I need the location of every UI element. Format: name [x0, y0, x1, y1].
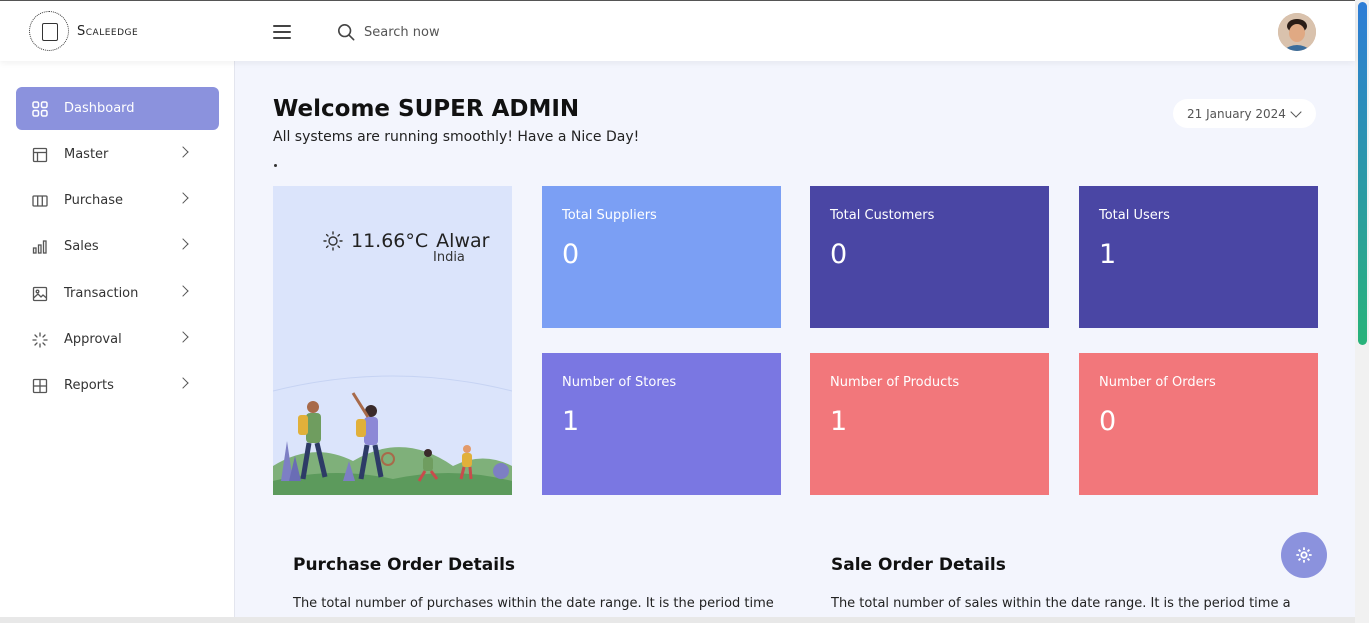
sidebar-item-label: Dashboard [64, 101, 135, 116]
columns-icon [32, 193, 48, 209]
stat-card-number-of-stores[interactable]: Number of Stores 1 [542, 353, 781, 495]
grid-icon [32, 100, 48, 117]
chevron-right-icon [177, 377, 189, 389]
logo-mark-icon [29, 11, 69, 51]
purchase-order-description: The total number of purchases within the… [293, 596, 774, 611]
layout-icon [32, 147, 48, 163]
page-title: Welcome SUPER ADMIN [273, 96, 580, 122]
sidebar-item-label: Approval [64, 332, 122, 347]
stat-card-number-of-products[interactable]: Number of Products 1 [810, 353, 1049, 495]
sidebar: Dashboard Master Purchase Sales Transact… [0, 61, 235, 623]
gear-icon [1296, 547, 1312, 563]
sidebar-item-transaction[interactable]: Transaction [16, 272, 219, 315]
family-hiking-illustration [273, 375, 512, 495]
stat-label: Total Users [1099, 208, 1170, 223]
image-icon [32, 286, 48, 302]
weather-city: Alwar [436, 230, 490, 252]
hamburger-menu-icon[interactable] [273, 25, 291, 39]
date-picker[interactable]: 21 January 2024 [1173, 99, 1316, 128]
scrollbar-thumb[interactable] [1358, 2, 1367, 345]
sidebar-item-sales[interactable]: Sales [16, 225, 219, 268]
date-value: 21 January 2024 [1187, 106, 1286, 121]
stat-label: Total Customers [830, 208, 935, 223]
search-input[interactable] [364, 20, 564, 44]
loader-icon [32, 331, 48, 348]
chevron-right-icon [177, 331, 189, 343]
chevron-right-icon [177, 192, 189, 204]
table-icon [32, 378, 48, 394]
sidebar-item-reports[interactable]: Reports [16, 364, 219, 407]
dot-marker [274, 164, 277, 167]
brand-logo[interactable]: Scaleedge [29, 11, 138, 51]
sidebar-item-dashboard[interactable]: Dashboard [16, 87, 219, 130]
sale-order-title: Sale Order Details [831, 555, 1006, 575]
chevron-right-icon [177, 285, 189, 297]
sidebar-item-label: Transaction [64, 286, 139, 301]
settings-button[interactable] [1281, 532, 1327, 578]
stat-value: 1 [1099, 239, 1117, 270]
sidebar-item-approval[interactable]: Approval [16, 318, 219, 361]
sale-order-description: The total number of sales within the dat… [831, 596, 1291, 611]
stat-card-total-users[interactable]: Total Users 1 [1079, 186, 1318, 328]
stat-label: Number of Products [830, 375, 960, 390]
stat-value: 0 [1099, 406, 1117, 437]
brand-name: Scaleedge [77, 23, 139, 39]
stat-value: 0 [562, 239, 580, 270]
chevron-right-icon [177, 146, 189, 158]
sidebar-item-purchase[interactable]: Purchase [16, 179, 219, 222]
sidebar-item-label: Sales [64, 239, 99, 254]
stat-value: 1 [830, 406, 848, 437]
search-icon[interactable] [337, 23, 355, 41]
weather-card: 11.66°C Alwar India [273, 186, 512, 495]
stat-value: 0 [830, 239, 848, 270]
stat-card-total-customers[interactable]: Total Customers 0 [810, 186, 1049, 328]
page-subtitle: All systems are running smoothly! Have a… [273, 129, 640, 145]
horizontal-scrollbar[interactable] [0, 617, 1355, 623]
weather-temperature: 11.66°C [351, 230, 429, 252]
weather-country: India [433, 250, 465, 265]
sidebar-item-master[interactable]: Master [16, 133, 219, 176]
stat-label: Number of Stores [562, 375, 677, 390]
purchase-order-title: Purchase Order Details [293, 555, 516, 575]
stat-value: 1 [562, 406, 580, 437]
sun-icon [323, 231, 343, 251]
stat-card-number-of-orders[interactable]: Number of Orders 0 [1079, 353, 1318, 495]
chevron-down-icon [1290, 106, 1302, 118]
user-avatar[interactable] [1278, 13, 1316, 51]
sidebar-item-label: Reports [64, 378, 114, 393]
stat-card-total-suppliers[interactable]: Total Suppliers 0 [542, 186, 781, 328]
chevron-right-icon [177, 238, 189, 250]
bar-chart-icon [32, 239, 48, 255]
stat-label: Number of Orders [1099, 375, 1216, 390]
sidebar-item-label: Purchase [64, 193, 124, 208]
sidebar-item-label: Master [64, 147, 109, 162]
stat-label: Total Suppliers [562, 208, 657, 223]
top-header: Scaleedge [0, 0, 1355, 61]
vertical-scrollbar[interactable] [1355, 0, 1369, 623]
